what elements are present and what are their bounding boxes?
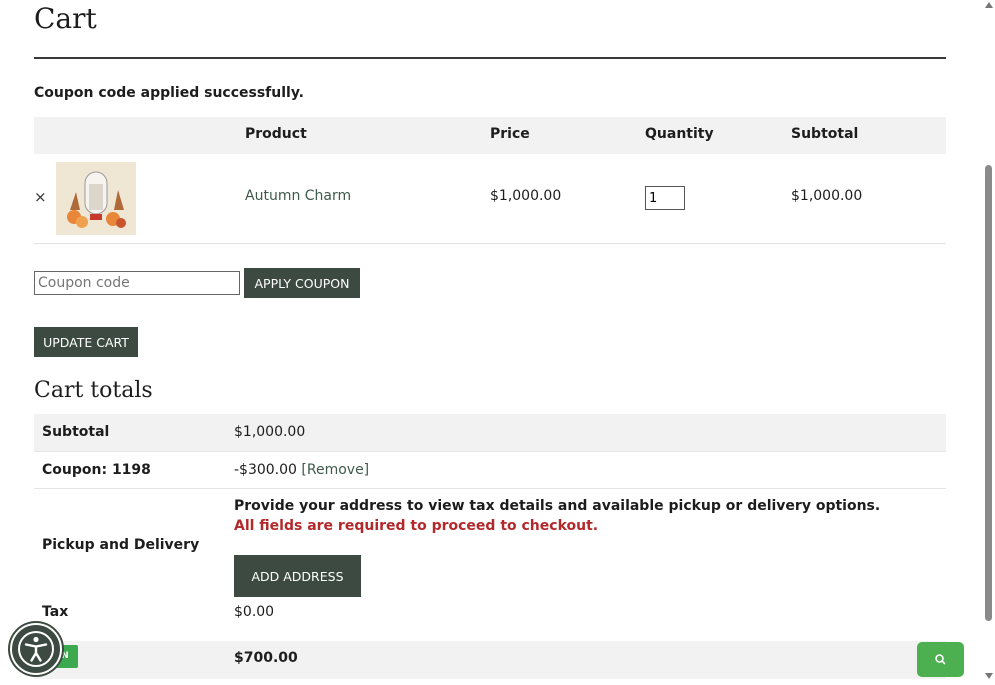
apply-coupon-button[interactable]: APPLY COUPON (244, 268, 360, 298)
subtotal-value: $1,000.00 (234, 424, 306, 440)
update-cart-button[interactable]: UPDATE CART (34, 327, 138, 357)
tax-value: $0.00 (234, 604, 275, 620)
accessibility-button[interactable] (10, 623, 62, 675)
scroll-up-icon[interactable] (985, 2, 993, 8)
page-title: Cart (34, 2, 97, 35)
tax-label: Tax (42, 604, 69, 620)
chat-button[interactable] (917, 642, 964, 677)
cart-table: Product Price Quantity Subtotal × Autumn… (34, 117, 946, 244)
remove-item-icon[interactable]: × (34, 188, 47, 206)
header-product: Product (245, 126, 307, 142)
totals-row-total: $700.00 (34, 641, 946, 679)
chat-icon (935, 654, 946, 665)
header-price: Price (490, 126, 530, 142)
coupon-label: Coupon: 1198 (42, 462, 151, 478)
totals-row-coupon: Coupon: 1198 -$300.00 [Remove] (34, 452, 946, 489)
product-subtotal: $1,000.00 (791, 188, 863, 204)
totals-row-pickup: Pickup and Delivery Provide your address… (34, 489, 946, 604)
remove-coupon-link[interactable]: [Remove] (301, 462, 369, 478)
product-price: $1,000.00 (490, 188, 562, 204)
product-thumbnail[interactable] (56, 162, 136, 235)
totals-row-subtotal: Subtotal $1,000.00 (34, 414, 946, 452)
table-row: × Autumn Charm $1,000.00 $1,000.0 (34, 154, 946, 244)
scrollbar-thumb[interactable] (985, 165, 992, 621)
pickup-required-warning: All fields are required to proceed to ch… (234, 518, 599, 534)
product-name-link[interactable]: Autumn Charm (245, 188, 351, 204)
coupon-success-notice: Coupon code applied successfully. (34, 85, 304, 101)
page-scrollbar[interactable] (983, 0, 995, 685)
total-value: $700.00 (234, 650, 298, 666)
header-subtotal: Subtotal (791, 126, 859, 142)
cart-totals-table: Subtotal $1,000.00 Coupon: 1198 -$300.00… (34, 414, 946, 679)
add-address-button[interactable]: ADD ADDRESS (234, 555, 361, 597)
cart-table-header: Product Price Quantity Subtotal (34, 117, 946, 154)
totals-row-tax: Tax $0.00 (34, 604, 946, 641)
coupon-value: -$300.00 (234, 462, 297, 478)
title-divider (34, 57, 946, 59)
accessibility-icon (18, 631, 54, 667)
coupon-discount: -$300.00 [Remove] (234, 462, 369, 478)
pickup-delivery-label: Pickup and Delivery (42, 537, 200, 553)
quantity-input[interactable] (645, 186, 685, 210)
scroll-down-icon[interactable] (985, 673, 993, 679)
pickup-message: Provide your address to view tax details… (234, 498, 881, 514)
cart-totals-title: Cart totals (34, 378, 153, 403)
header-quantity: Quantity (645, 126, 714, 142)
subtotal-label: Subtotal (42, 424, 110, 440)
coupon-code-input[interactable] (34, 271, 240, 295)
